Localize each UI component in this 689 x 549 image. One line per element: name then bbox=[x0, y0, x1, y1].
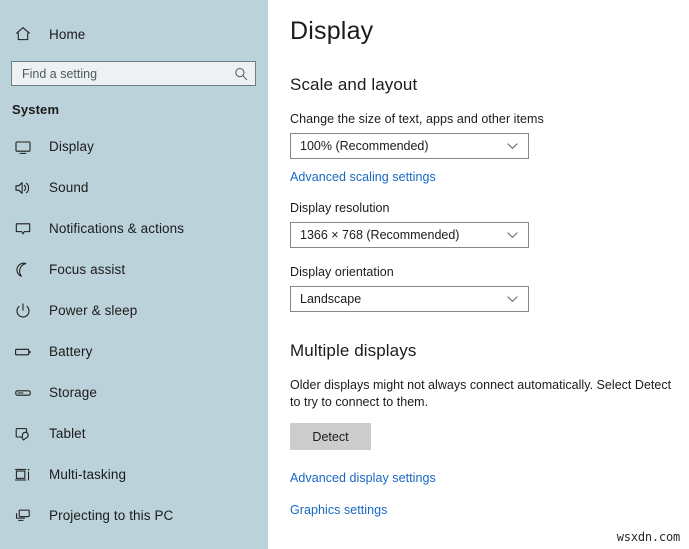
notification-icon bbox=[12, 218, 34, 240]
search-box[interactable] bbox=[11, 61, 256, 86]
drive-icon bbox=[12, 382, 34, 404]
chevron-down-icon bbox=[506, 229, 519, 242]
resolution-dropdown-value: 1366 × 768 (Recommended) bbox=[300, 228, 459, 242]
main-content: Display Scale and layout Change the size… bbox=[268, 0, 689, 549]
scale-dropdown[interactable]: 100% (Recommended) bbox=[290, 133, 529, 159]
home-icon bbox=[12, 23, 34, 45]
settings-window: Home System Display bbox=[0, 0, 689, 549]
resolution-dropdown[interactable]: 1366 × 768 (Recommended) bbox=[290, 222, 529, 248]
orientation-dropdown[interactable]: Landscape bbox=[290, 286, 529, 312]
monitor-icon bbox=[12, 136, 34, 158]
sidebar-group-title: System bbox=[12, 102, 268, 117]
sidebar: Home System Display bbox=[0, 0, 268, 549]
sidebar-item-label: Notifications & actions bbox=[49, 221, 184, 236]
sidebar-item-label: Focus assist bbox=[49, 262, 125, 277]
advanced-scaling-settings-link[interactable]: Advanced scaling settings bbox=[290, 170, 689, 184]
sidebar-item-storage[interactable]: Storage bbox=[0, 380, 268, 405]
sidebar-item-label: Storage bbox=[49, 385, 97, 400]
sidebar-item-label: Battery bbox=[49, 344, 92, 359]
sidebar-item-focus-assist[interactable]: Focus assist bbox=[0, 257, 268, 282]
sidebar-item-label: Tablet bbox=[49, 426, 86, 441]
moon-icon bbox=[12, 259, 34, 281]
resolution-label: Display resolution bbox=[290, 201, 689, 215]
scale-dropdown-value: 100% (Recommended) bbox=[300, 139, 429, 153]
sidebar-item-projecting[interactable]: Projecting to this PC bbox=[0, 503, 268, 528]
sidebar-item-label: Power & sleep bbox=[49, 303, 137, 318]
advanced-display-settings-link[interactable]: Advanced display settings bbox=[290, 471, 689, 485]
chevron-down-icon bbox=[506, 140, 519, 153]
graphics-settings-link[interactable]: Graphics settings bbox=[290, 503, 689, 517]
multiple-displays-description: Older displays might not always connect … bbox=[290, 377, 672, 411]
sidebar-item-display[interactable]: Display bbox=[0, 134, 268, 159]
detect-button[interactable]: Detect bbox=[290, 423, 371, 450]
search-icon[interactable] bbox=[234, 67, 248, 81]
scale-and-layout-heading: Scale and layout bbox=[290, 75, 689, 95]
speaker-icon bbox=[12, 177, 34, 199]
sidebar-item-label: Projecting to this PC bbox=[49, 508, 173, 523]
sidebar-item-battery[interactable]: Battery bbox=[0, 339, 268, 364]
orientation-dropdown-value: Landscape bbox=[300, 292, 361, 306]
sidebar-item-home[interactable]: Home bbox=[0, 19, 268, 49]
power-icon bbox=[12, 300, 34, 322]
multiple-displays-heading: Multiple displays bbox=[290, 341, 689, 361]
sidebar-item-notifications[interactable]: Notifications & actions bbox=[0, 216, 268, 241]
sidebar-item-sound[interactable]: Sound bbox=[0, 175, 268, 200]
sidebar-item-label: Sound bbox=[49, 180, 89, 195]
sidebar-item-multitasking[interactable]: Multi-tasking bbox=[0, 462, 268, 487]
sidebar-nav-list: Display Sound Notifica bbox=[0, 134, 268, 528]
sidebar-item-label: Multi-tasking bbox=[49, 467, 126, 482]
sidebar-item-power-sleep[interactable]: Power & sleep bbox=[0, 298, 268, 323]
sidebar-home-label: Home bbox=[49, 27, 85, 42]
multitasking-icon bbox=[12, 464, 34, 486]
battery-icon bbox=[12, 341, 34, 363]
sidebar-item-tablet[interactable]: Tablet bbox=[0, 421, 268, 446]
page-title: Display bbox=[290, 17, 689, 46]
orientation-label: Display orientation bbox=[290, 265, 689, 279]
tablet-icon bbox=[12, 423, 34, 445]
watermark: wsxdn.com bbox=[617, 530, 680, 544]
search-input[interactable] bbox=[12, 62, 226, 85]
chevron-down-icon bbox=[506, 293, 519, 306]
scale-label: Change the size of text, apps and other … bbox=[290, 112, 689, 126]
projecting-icon bbox=[12, 505, 34, 527]
sidebar-item-label: Display bbox=[49, 139, 94, 154]
